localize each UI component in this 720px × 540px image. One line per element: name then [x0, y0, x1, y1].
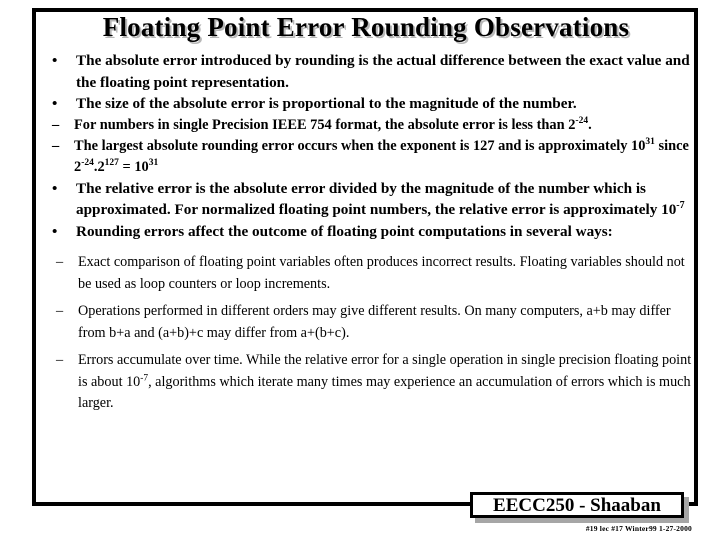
bullet-dot-icon: •: [52, 222, 58, 240]
exponent-minus-24: -24: [575, 115, 589, 126]
bullet-rounding-affect-text: Rounding errors affect the outcome of fl…: [76, 222, 613, 240]
bullet-dot-icon: •: [52, 52, 58, 69]
slide-root: Floating Point Error Rounding Observatio…: [0, 0, 720, 540]
bullet-size-proportional: • The size of the absolute error is prop…: [38, 93, 696, 115]
bullet-dash-icon: –: [56, 254, 64, 270]
bullet-list-level1: • The absolute error introduced by round…: [38, 50, 696, 415]
exponent-31-b: 31: [148, 157, 159, 168]
bullet-absolute-error-text: The absolute error introduced by roundin…: [76, 52, 690, 91]
bullet-largest-error-text: The largest absolute rounding error occu…: [74, 137, 646, 154]
bullet-relative-error-text: The relative error is the absolute error…: [76, 179, 677, 219]
bullet-single-precision-period: .: [588, 116, 592, 133]
sublist-container-precision: – For numbers in single Precision IEEE 7…: [38, 115, 696, 178]
exponent-minus-24-b: -24: [81, 157, 94, 168]
bullet-list-level2-precision: – For numbers in single Precision IEEE 7…: [38, 115, 696, 178]
bullet-dash-icon: –: [56, 352, 64, 368]
bullet-relative-error: • The relative error is the absolute err…: [38, 178, 696, 221]
bullet-absolute-error: • The absolute error introduced by round…: [38, 50, 696, 93]
sublist-container-effects: – Exact comparison of floating point var…: [38, 242, 696, 415]
bullet-dash-icon: –: [52, 137, 60, 154]
bullet-errors-accumulate: – Errors accumulate over time. While the…: [38, 350, 696, 415]
bullet-dash-icon: –: [52, 116, 60, 133]
bullet-size-proportional-text: The size of the absolute error is propor…: [76, 95, 577, 112]
bullet-dot-icon: •: [52, 179, 58, 197]
bullet-single-precision-text: For numbers in single Precision IEEE 754…: [74, 116, 576, 133]
title-area: Floating Point Error Rounding Observatio…: [36, 10, 696, 48]
bullet-rounding-affect: • Rounding errors affect the outcome of …: [38, 221, 696, 243]
exponent-127: 127: [104, 157, 119, 168]
bullet-operations-order-text: Operations performed in different orders…: [78, 303, 671, 341]
exponent-minus-7-b: -7: [140, 372, 149, 383]
bullet-largest-mid-dot2: .2: [93, 158, 105, 175]
bullet-largest-error: – The largest absolute rounding error oc…: [38, 136, 696, 178]
page-title: Floating Point Error Rounding Observatio…: [102, 12, 630, 42]
bullet-operations-order: – Operations performed in different orde…: [38, 301, 696, 344]
course-badge-label: EECC250 - Shaaban: [493, 494, 661, 516]
bullet-largest-mid-equals: = 10: [118, 158, 149, 175]
bullet-list-level2-effects: – Exact comparison of floating point var…: [38, 252, 696, 415]
bullet-dot-icon: •: [52, 95, 58, 112]
exponent-minus-7-a: -7: [676, 199, 685, 211]
bullet-single-precision: – For numbers in single Precision IEEE 7…: [38, 115, 696, 136]
slide-body: • The absolute error introduced by round…: [38, 50, 696, 490]
bullet-exact-comparison-text: Exact comparison of floating point varia…: [78, 254, 685, 292]
bullet-dash-icon: –: [56, 303, 64, 319]
bullet-exact-comparison: – Exact comparison of floating point var…: [38, 252, 696, 295]
bullet-errors-accumulate-tail: , algorithms which iterate many times ma…: [78, 373, 691, 412]
course-badge: EECC250 - Shaaban: [470, 492, 684, 518]
slide-meta-footer: #19 lec #17 Winter99 1-27-2000: [585, 524, 692, 533]
exponent-31-a: 31: [645, 136, 655, 147]
